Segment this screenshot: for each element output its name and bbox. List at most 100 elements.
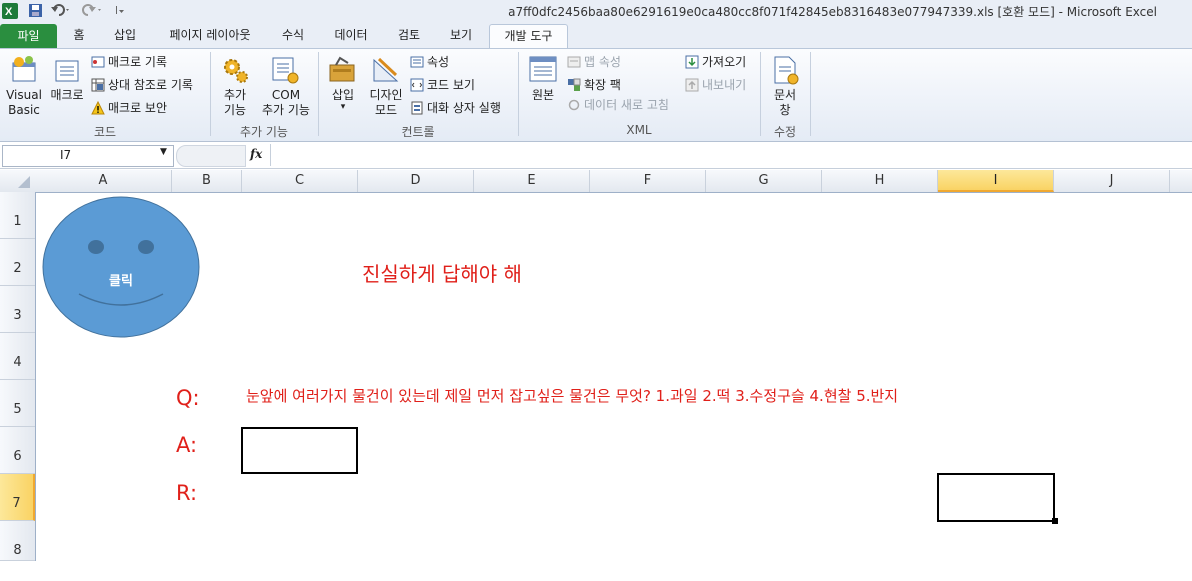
xml-source-button[interactable]: 원본 xyxy=(525,55,561,121)
export-button: 내보내기 xyxy=(685,75,746,95)
group-separator xyxy=(760,52,761,136)
tab-page-layout[interactable]: 페이지 레이아웃 xyxy=(160,24,260,46)
macro-security-button[interactable]: 매크로 보안 xyxy=(91,98,167,118)
relative-reference-label: 상대 참조로 기록 xyxy=(108,78,193,92)
result-box-selected-cell[interactable] xyxy=(937,473,1055,522)
group-label-xml: XML xyxy=(626,123,652,137)
group-separator xyxy=(810,52,811,136)
row-header-8[interactable]: 8 xyxy=(0,521,35,561)
visual-basic-icon xyxy=(9,55,43,88)
a-label: A: xyxy=(176,433,198,457)
left-eye xyxy=(88,240,104,254)
tab-view[interactable]: 보기 xyxy=(442,24,480,46)
column-header-j[interactable]: J xyxy=(1054,170,1170,192)
com-addins-button[interactable]: COM 추가 기능 xyxy=(258,55,314,121)
undo-icon[interactable] xyxy=(50,3,69,18)
expansion-packs-button[interactable]: 확장 팩 xyxy=(567,75,621,95)
fill-handle[interactable] xyxy=(1052,518,1058,524)
column-header-e[interactable]: E xyxy=(474,170,590,192)
column-header-c[interactable]: C xyxy=(242,170,358,192)
row-header-3[interactable]: 3 xyxy=(0,286,35,333)
redo-icon[interactable] xyxy=(82,3,101,18)
tab-formulas[interactable]: 수식 xyxy=(276,24,310,46)
q-label: Q: xyxy=(176,386,200,410)
xml-source-icon xyxy=(528,55,561,88)
row-header-2[interactable]: 2 xyxy=(0,239,35,286)
macro-security-label: 매크로 보안 xyxy=(108,101,168,115)
refresh-data-label: 데이터 새로 고침 xyxy=(584,98,669,112)
map-properties-icon xyxy=(567,55,581,69)
formula-input[interactable] xyxy=(270,144,1192,166)
row-header-1[interactable]: 1 xyxy=(0,192,35,239)
column-header-f[interactable]: F xyxy=(590,170,706,192)
window-title: a7ff0dfc2456baa80e6291619e0ca480cc8f071f… xyxy=(508,5,1157,19)
group-separator xyxy=(210,52,211,136)
heading-text: 진실하게 답해야 해 xyxy=(362,262,522,286)
design-mode-button[interactable]: 디자인 모드 xyxy=(366,55,406,121)
relative-reference-icon xyxy=(91,78,105,92)
right-eye xyxy=(138,240,154,254)
run-dialog-button[interactable]: 대화 상자 실행 xyxy=(410,98,501,118)
select-all-button[interactable] xyxy=(0,170,35,192)
column-header-d[interactable]: D xyxy=(358,170,474,192)
column-header-i[interactable]: I xyxy=(938,170,1054,192)
column-header-g[interactable]: G xyxy=(706,170,822,192)
tab-insert[interactable]: 삽입 xyxy=(108,24,142,46)
addins-button[interactable]: 추가 기능 xyxy=(218,55,252,121)
document-panel-button[interactable]: 문서 창 xyxy=(766,55,804,121)
visual-basic-button[interactable]: Visual Basic xyxy=(5,55,43,121)
name-box-dropdown-icon[interactable]: ▼ xyxy=(160,147,167,157)
record-macro-button[interactable]: 매크로 기록 xyxy=(91,52,167,72)
question-text: 눈앞에 여러가지 물건이 있는데 제일 먼저 잡고싶은 물건은 무엇? 1.과일… xyxy=(246,387,899,405)
properties-button[interactable]: 속성 xyxy=(410,52,449,72)
answer-input-box[interactable] xyxy=(241,427,358,474)
group-label-controls: 컨트롤 xyxy=(401,125,435,139)
macros-button[interactable]: 매크로 xyxy=(48,55,86,121)
tab-home[interactable]: 홈 xyxy=(66,24,92,46)
refresh-icon xyxy=(567,98,581,112)
tab-review[interactable]: 검토 xyxy=(390,24,428,46)
row-header-4[interactable]: 4 xyxy=(0,333,35,380)
design-mode-icon xyxy=(371,55,406,88)
view-code-button[interactable]: 코드 보기 xyxy=(410,75,475,95)
name-box[interactable] xyxy=(2,145,174,167)
chevron-down-icon: ▾ xyxy=(340,102,346,112)
properties-icon xyxy=(410,55,424,69)
tab-file[interactable]: 파일 xyxy=(0,24,57,48)
group-separator xyxy=(518,52,519,136)
visual-basic-label: Visual Basic xyxy=(6,88,42,117)
column-header-b[interactable]: B xyxy=(172,170,242,192)
smiley-shape-button[interactable] xyxy=(42,196,200,338)
tab-developer[interactable]: 개발 도구 xyxy=(489,24,568,50)
warning-icon xyxy=(91,100,105,115)
tab-data[interactable]: 데이터 xyxy=(328,24,374,46)
map-properties-label: 맵 속성 xyxy=(584,55,621,69)
insert-function-icon[interactable]: fx xyxy=(250,147,262,161)
toolbox-icon xyxy=(328,55,361,88)
view-code-icon xyxy=(410,78,424,92)
document-panel-icon xyxy=(770,55,804,88)
insert-control-button[interactable]: 삽입 ▾ xyxy=(325,55,361,121)
xml-source-label: 원본 xyxy=(531,88,555,102)
view-code-label: 코드 보기 xyxy=(427,78,475,92)
run-dialog-icon xyxy=(410,101,424,115)
addins-label: 추가 기능 xyxy=(223,88,247,117)
row-header-6[interactable]: 6 xyxy=(0,427,35,474)
formula-bar-divider[interactable] xyxy=(176,145,246,167)
group-separator xyxy=(318,52,319,136)
import-icon xyxy=(685,55,699,69)
group-label-code: 코드 xyxy=(93,125,117,139)
column-header-a[interactable]: A xyxy=(35,170,172,192)
import-button[interactable]: 가져오기 xyxy=(685,52,746,72)
map-properties-button: 맵 속성 xyxy=(567,52,621,72)
row-header-5[interactable]: 5 xyxy=(0,380,35,427)
column-header-h[interactable]: H xyxy=(822,170,938,192)
com-addins-label: COM 추가 기능 xyxy=(262,88,310,117)
customize-qat-icon[interactable] xyxy=(114,3,130,18)
properties-label: 속성 xyxy=(427,55,450,69)
save-icon[interactable] xyxy=(28,3,44,18)
r-label: R: xyxy=(176,481,198,505)
import-label: 가져오기 xyxy=(702,55,747,69)
row-header-7[interactable]: 7 xyxy=(0,474,35,521)
relative-reference-button[interactable]: 상대 참조로 기록 xyxy=(91,75,193,95)
